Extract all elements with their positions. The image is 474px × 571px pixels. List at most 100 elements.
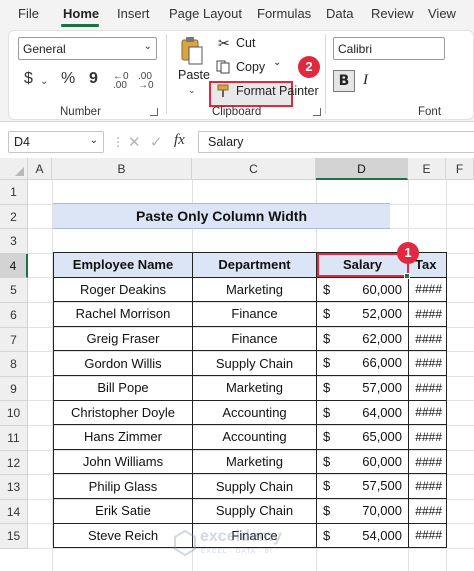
tab-home[interactable]: Home xyxy=(63,6,99,21)
row-header-7[interactable]: 7 xyxy=(0,327,28,353)
department-cell[interactable]: Accounting xyxy=(192,424,317,450)
copy-button[interactable]: Copy xyxy=(236,60,265,74)
tax-cell[interactable]: #### xyxy=(408,325,447,352)
row-header-11[interactable]: 11 xyxy=(0,426,28,451)
tax-cell[interactable]: #### xyxy=(408,399,447,426)
name-box[interactable]: D4 ⌄ xyxy=(8,131,104,153)
department-cell[interactable]: Accounting xyxy=(192,399,317,426)
column-header-b[interactable]: B xyxy=(52,158,192,180)
header-employee-name[interactable]: Employee Name xyxy=(53,252,193,278)
salary-cell[interactable]: $52,000 xyxy=(316,301,409,327)
select-all-button[interactable] xyxy=(0,158,28,180)
employee-name-cell[interactable]: Greig Fraser xyxy=(53,325,193,352)
row-header-5[interactable]: 5 xyxy=(0,278,28,303)
tab-page-layout[interactable]: Page Layout xyxy=(169,6,242,21)
tax-cell[interactable]: #### xyxy=(408,424,447,450)
department-cell[interactable]: Marketing xyxy=(192,448,317,475)
tax-cell[interactable]: #### xyxy=(408,374,447,401)
enter-icon[interactable]: ✓ xyxy=(150,133,163,151)
currency-format-button[interactable]: $ xyxy=(24,70,33,88)
tax-cell[interactable]: #### xyxy=(408,522,447,549)
cut-button[interactable]: Cut xyxy=(236,36,255,50)
tab-insert[interactable]: Insert xyxy=(117,6,150,21)
employee-name-cell[interactable]: Bill Pope xyxy=(53,374,193,401)
paste-button[interactable]: Paste xyxy=(178,68,210,82)
column-header-a[interactable]: A xyxy=(28,158,52,180)
header-salary[interactable]: Salary xyxy=(316,252,409,278)
employee-name-cell[interactable]: Steve Reich xyxy=(53,522,193,549)
comma-style-button[interactable]: 9 xyxy=(89,70,98,88)
row-header-9[interactable]: 9 xyxy=(0,376,28,402)
employee-name-cell[interactable]: Erik Satie xyxy=(53,497,193,524)
salary-cell[interactable]: $70,000 xyxy=(316,497,409,524)
number-format-dropdown[interactable]: General ⌄ xyxy=(18,37,157,60)
column-header-e[interactable]: E xyxy=(408,158,446,180)
employee-name-cell[interactable]: John Williams xyxy=(53,448,193,475)
row-header-2[interactable]: 2 xyxy=(0,204,28,230)
department-cell[interactable]: Marketing xyxy=(192,374,317,401)
row-header-13[interactable]: 13 xyxy=(0,475,28,500)
department-cell[interactable]: Finance xyxy=(192,325,317,352)
formula-input[interactable]: Salary xyxy=(198,131,474,153)
font-name-dropdown[interactable]: Calibri xyxy=(333,37,445,60)
tab-review[interactable]: Review xyxy=(371,6,414,21)
salary-cell[interactable]: $60,000 xyxy=(316,276,409,303)
row-header-6[interactable]: 6 xyxy=(0,303,28,328)
department-cell[interactable]: Finance xyxy=(192,301,317,327)
column-header-d[interactable]: D xyxy=(316,158,408,180)
department-cell[interactable]: Supply Chain xyxy=(192,497,317,524)
row-header-12[interactable]: 12 xyxy=(0,450,28,476)
employee-name-cell[interactable]: Gordon Willis xyxy=(53,350,193,376)
sheet-title[interactable]: Paste Only Column Width xyxy=(53,203,390,229)
employee-name-cell[interactable]: Hans Zimmer xyxy=(53,424,193,450)
row-header-4[interactable]: 4 xyxy=(0,253,28,279)
dialog-launcher-icon[interactable] xyxy=(313,108,321,116)
salary-cell[interactable]: $66,000 xyxy=(316,350,409,376)
employee-name-cell[interactable]: Rachel Morrison xyxy=(53,301,193,327)
tax-cell[interactable]: #### xyxy=(408,448,447,475)
tab-data[interactable]: Data xyxy=(326,6,353,21)
row-header-10[interactable]: 10 xyxy=(0,401,28,426)
tax-cell[interactable]: #### xyxy=(408,301,447,327)
salary-cell[interactable]: $62,000 xyxy=(316,325,409,352)
chevron-down-icon[interactable]: ⌄ xyxy=(40,76,48,87)
tax-cell[interactable]: #### xyxy=(408,473,447,499)
row-header-14[interactable]: 14 xyxy=(0,499,28,525)
increase-decimal-icon[interactable]: ←0.00 xyxy=(113,72,129,91)
employee-name-cell[interactable]: Philip Glass xyxy=(53,473,193,499)
salary-cell[interactable]: $60,000 xyxy=(316,448,409,475)
column-header-f[interactable]: F xyxy=(446,158,474,180)
column-header-c[interactable]: C xyxy=(192,158,316,180)
more-options-icon[interactable]: ⋮ xyxy=(112,135,124,149)
salary-cell[interactable]: $57,500 xyxy=(316,473,409,499)
italic-button[interactable]: I xyxy=(363,72,368,89)
insert-function-button[interactable]: fx xyxy=(174,132,185,149)
department-cell[interactable]: Marketing xyxy=(192,276,317,303)
dialog-launcher-icon[interactable] xyxy=(150,108,158,116)
chevron-down-icon[interactable]: ⌄ xyxy=(273,57,281,68)
tax-cell[interactable]: #### xyxy=(408,276,447,303)
salary-cell[interactable]: $57,000 xyxy=(316,374,409,401)
decrease-decimal-icon[interactable]: .00 →0 xyxy=(138,72,154,91)
row-header-15[interactable]: 15 xyxy=(0,524,28,549)
salary-cell[interactable]: $54,000 xyxy=(316,522,409,549)
fill-handle[interactable] xyxy=(404,273,410,279)
format-painter-button[interactable]: Format Painter xyxy=(236,84,319,98)
department-cell[interactable]: Supply Chain xyxy=(192,473,317,499)
tax-cell[interactable]: #### xyxy=(408,350,447,376)
salary-cell[interactable]: $65,000 xyxy=(316,424,409,450)
header-department[interactable]: Department xyxy=(192,252,317,278)
department-cell[interactable]: Supply Chain xyxy=(192,350,317,376)
row-header-8[interactable]: 8 xyxy=(0,352,28,377)
row-header-3[interactable]: 3 xyxy=(0,229,28,254)
tab-view[interactable]: View xyxy=(428,6,456,21)
bold-button[interactable]: B xyxy=(333,70,355,92)
salary-cell[interactable]: $64,000 xyxy=(316,399,409,426)
tab-file[interactable]: File xyxy=(18,6,39,21)
chevron-down-icon[interactable]: ⌄ xyxy=(188,85,196,96)
paste-icon[interactable] xyxy=(180,36,204,66)
employee-name-cell[interactable]: Christopher Doyle xyxy=(53,399,193,426)
employee-name-cell[interactable]: Roger Deakins xyxy=(53,276,193,303)
tax-cell[interactable]: #### xyxy=(408,497,447,524)
row-header-1[interactable]: 1 xyxy=(0,180,28,205)
